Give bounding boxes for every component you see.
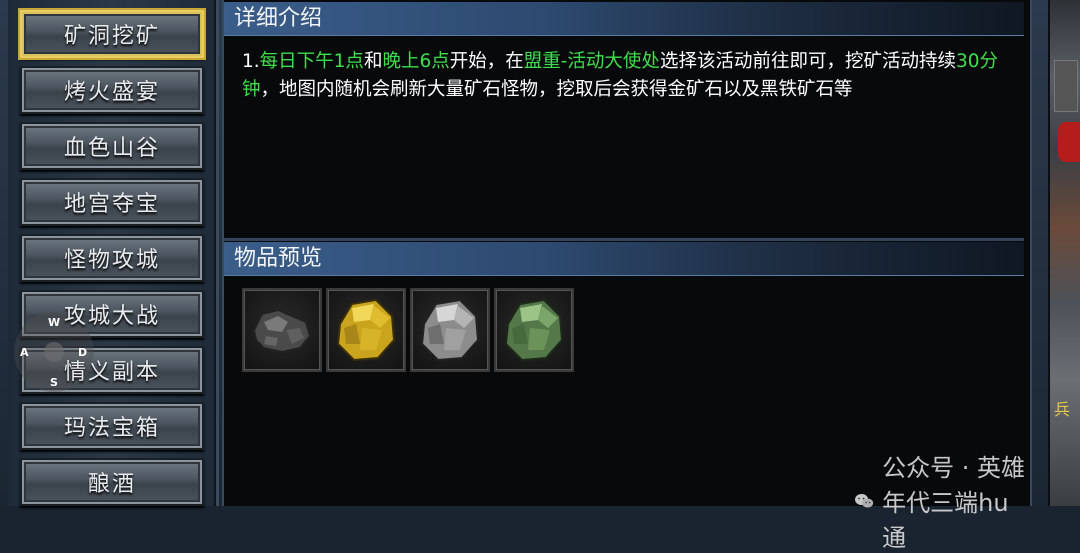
activity-description: 1.每日下午1点和晚上6点开始，在盟重-活动大使处选择该活动前往即可，挖矿活动持… — [242, 48, 1022, 104]
item-slot-jade-ore[interactable] — [494, 288, 574, 372]
menu-item-label: 情义副本 — [63, 360, 160, 385]
section-divider — [224, 238, 1024, 241]
menu-item-blood-valley[interactable]: 血色山谷 — [20, 122, 204, 170]
menu-item-mining[interactable]: 矿洞挖矿 — [20, 10, 204, 58]
scene-soldier-badge: 兵 — [1054, 400, 1071, 419]
menu-item-label: 攻城大战 — [63, 304, 160, 329]
desc-text: 选择该活动前往即可，挖矿活动持续 — [659, 51, 956, 72]
activity-content-panel: 详细介绍 1.每日下午1点和晚上6点开始，在盟重-活动大使处选择该活动前往即可，… — [222, 0, 1032, 552]
watermark-text: 公众号 · 英雄年代三端hu通 — [882, 454, 1026, 552]
joystick-key-s: S — [50, 376, 58, 389]
detail-section-title: 详细介绍 — [224, 2, 1024, 36]
menu-item-label: 矿洞挖矿 — [63, 24, 160, 49]
menu-item-label: 怪物攻城 — [63, 248, 160, 273]
scene-hud-element — [1054, 60, 1078, 112]
menu-item-mafa-chest[interactable]: 玛法宝箱 — [20, 402, 204, 450]
item-slot-silver-ore[interactable] — [410, 288, 490, 372]
desc-text: 开始，在 — [449, 51, 524, 72]
watermark: 公众号 · 英雄年代三端hu通 — [854, 448, 1030, 553]
desc-highlight-npc: 盟重-活动大使处 — [523, 51, 660, 72]
item-slot-black-ore[interactable] — [242, 288, 322, 372]
menu-item-label: 血色山谷 — [63, 136, 160, 161]
menu-item-label: 玛法宝箱 — [63, 416, 160, 441]
preview-section-title: 物品预览 — [224, 242, 1024, 276]
desc-text: 1. — [242, 51, 260, 72]
menu-item-label: 烤火盛宴 — [63, 80, 160, 105]
desc-highlight-time-1: 每日下午1点 — [259, 51, 364, 72]
menu-item-label: 地宫夺宝 — [63, 192, 160, 217]
black-ore-icon — [252, 308, 312, 354]
desc-text: 和 — [363, 51, 383, 72]
item-preview-list — [242, 288, 574, 372]
wechat-icon — [855, 493, 874, 508]
menu-item-monster-siege[interactable]: 怪物攻城 — [20, 234, 204, 282]
joystick-knob[interactable] — [44, 342, 64, 362]
scene-red-lantern — [1058, 122, 1080, 162]
activity-menu: 矿洞挖矿 烤火盛宴 血色山谷 地宫夺宝 怪物攻城 攻城大战 情义副本 玛法宝箱 … — [8, 0, 219, 506]
joystick-key-w: W — [48, 316, 61, 329]
joystick-key-a: A — [20, 346, 29, 359]
gold-ore-icon — [336, 298, 396, 362]
silver-ore-icon — [420, 298, 480, 362]
desc-text: ，地图内随机会刷新大量矿石怪物，挖取后会获得金矿石以及黑铁矿石等 — [260, 79, 853, 100]
jade-ore-icon — [504, 298, 564, 362]
menu-item-bonfire-feast[interactable]: 烤火盛宴 — [20, 66, 204, 114]
desc-highlight-time-2: 晚上6点 — [382, 51, 450, 72]
menu-item-brewing[interactable]: 酿酒 — [20, 458, 204, 506]
menu-item-label: 酿酒 — [87, 472, 136, 497]
game-scene-strip: 兵 — [1050, 0, 1080, 506]
menu-item-palace-treasure[interactable]: 地宫夺宝 — [20, 178, 204, 226]
item-slot-gold-ore[interactable] — [326, 288, 406, 372]
